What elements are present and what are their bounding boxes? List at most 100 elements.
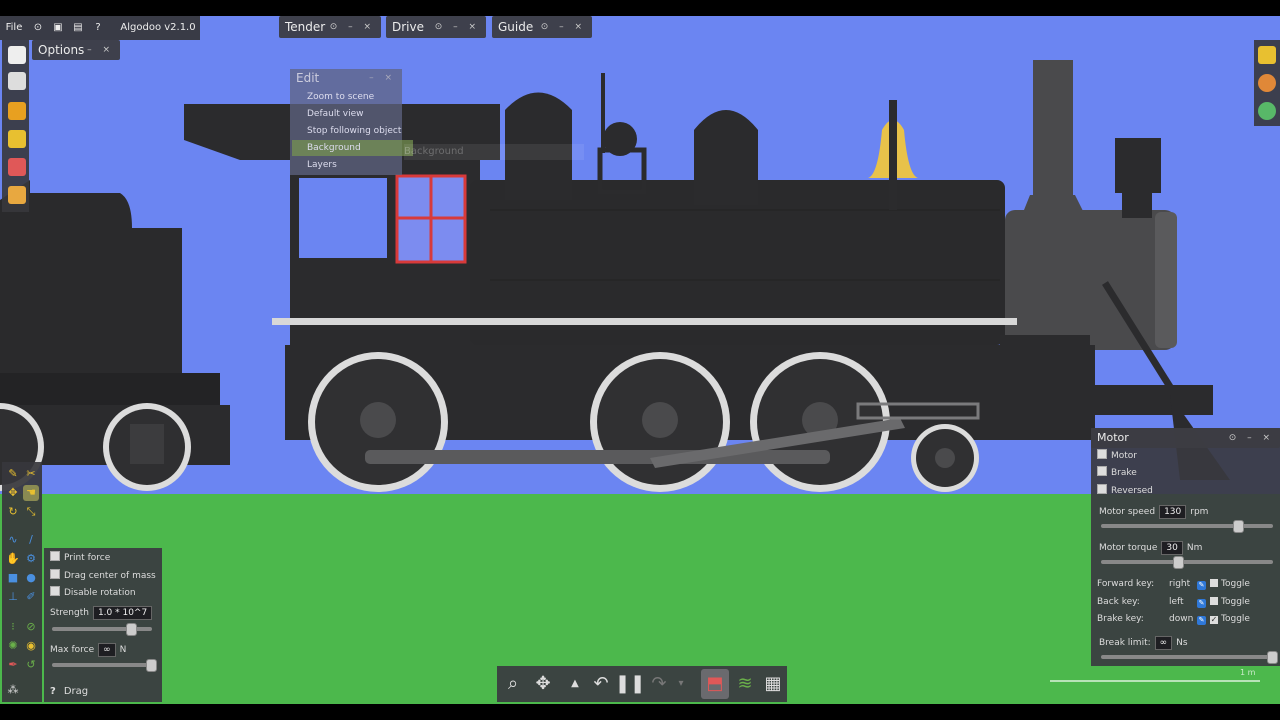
move-tool-icon[interactable]: ✥ — [5, 485, 21, 501]
drag-tool-icon[interactable]: ☚ — [23, 485, 39, 501]
back-key-button[interactable]: ✎ — [1197, 599, 1206, 608]
forward-key-button[interactable]: ✎ — [1197, 581, 1206, 590]
disable-rotation-checkbox[interactable] — [50, 586, 60, 596]
toolbox-icon[interactable] — [8, 72, 26, 90]
background-item[interactable]: Background — [292, 140, 413, 156]
axle-tool-icon[interactable]: ⊘ — [23, 619, 39, 635]
laser-tool-icon[interactable]: ◉ — [23, 638, 39, 654]
settings-icon[interactable] — [1258, 102, 1276, 120]
zoom-icon[interactable]: ⌕ — [499, 666, 527, 702]
locomotive-scene[interactable] — [0, 16, 1280, 704]
layers-icon[interactable] — [1258, 46, 1276, 64]
window-controls[interactable]: ⊙ – × — [330, 16, 375, 38]
rotate-tool-icon[interactable]: ↻ — [5, 504, 21, 520]
left-toolbar — [2, 40, 29, 212]
strength-slider-knob[interactable] — [126, 623, 137, 636]
window-controls[interactable]: ⊙ – × — [541, 16, 586, 38]
palette-icon[interactable] — [1258, 74, 1276, 92]
torque-input[interactable]: 30 — [1161, 540, 1183, 555]
maxforce-slider-knob[interactable] — [146, 659, 157, 672]
chain-tool-icon[interactable]: ↺ — [23, 657, 39, 673]
phunlets-icon[interactable] — [8, 130, 26, 148]
motor-checkbox[interactable] — [1097, 449, 1107, 459]
forward-key-row: Forward key: right ✎ Toggle — [1097, 579, 1250, 590]
guide-title: Guide — [498, 20, 534, 34]
rope-tool-icon[interactable]: ∿ — [5, 532, 21, 548]
guide-window[interactable]: Guide ⊙ – × — [492, 16, 592, 38]
drive-window[interactable]: Drive ⊙ – × — [386, 16, 486, 38]
file-menu[interactable]: File — [2, 16, 26, 40]
toolbox-icon[interactable]: ▤ — [70, 16, 86, 40]
break-limit-input[interactable]: ∞ — [1154, 635, 1173, 650]
torque-slider-knob[interactable] — [1173, 556, 1184, 569]
forward-toggle-checkbox[interactable] — [1210, 579, 1218, 587]
pause-icon[interactable]: ❚❚ — [615, 666, 645, 702]
maxforce-slider[interactable] — [52, 659, 157, 672]
drag-center-checkbox[interactable] — [50, 569, 60, 579]
stop-following-item[interactable]: Stop following object — [292, 123, 413, 139]
window-controls[interactable]: ⊙ – × — [1229, 428, 1274, 448]
back-toggle-checkbox[interactable] — [1210, 597, 1218, 605]
tender-window[interactable]: Tender ⊙ – × — [279, 16, 381, 38]
disable-rotation-option[interactable]: Disable rotation — [44, 585, 162, 602]
scale-tool-icon[interactable]: ⤡ — [23, 504, 39, 520]
circle-tool-icon[interactable]: ● — [23, 570, 39, 586]
maxforce-input[interactable]: ∞ — [98, 642, 116, 657]
break-limit-slider[interactable] — [1101, 651, 1278, 664]
box-tool-icon[interactable]: ■ — [5, 570, 21, 586]
undo-dropdown-icon[interactable]: ▲ — [567, 666, 583, 702]
drag-center-option[interactable]: Drag center of mass — [44, 568, 162, 585]
options-window[interactable]: Options – × — [32, 40, 120, 60]
reversed-option[interactable]: Reversed — [1091, 483, 1280, 500]
help-icon[interactable]: ? — [90, 16, 106, 40]
zoom-to-scene-item[interactable]: Zoom to scene — [292, 89, 413, 105]
reversed-checkbox[interactable] — [1097, 484, 1107, 494]
fill-tool-icon[interactable]: ⁂ — [5, 682, 21, 698]
hand-tool-icon[interactable]: ✋ — [5, 551, 21, 567]
torque-slider[interactable] — [1101, 556, 1273, 569]
drag-options-panel: Print force Drag center of mass Disable … — [44, 548, 162, 702]
brake-toggle-checkbox[interactable]: ✓ — [1210, 616, 1218, 624]
window-controls[interactable]: – × — [87, 40, 114, 60]
air-friction-icon[interactable]: ≋ — [731, 666, 759, 702]
grid-icon[interactable]: ▦ — [759, 666, 787, 702]
stop-icon[interactable]: ⊙ — [30, 16, 46, 40]
strength-input[interactable]: 1.0 * 10^7 — [92, 605, 153, 620]
fixate-tool-icon[interactable]: ⊥ — [5, 589, 21, 605]
scale-bar — [1050, 680, 1260, 682]
strength-slider[interactable] — [52, 623, 152, 636]
open-folder-icon[interactable] — [8, 102, 26, 120]
brush-tool-icon[interactable]: ✒ — [5, 657, 21, 673]
save-icon[interactable]: ▣ — [50, 16, 66, 40]
redo-icon[interactable]: ↷ — [645, 666, 673, 702]
default-view-item[interactable]: Default view — [292, 106, 413, 122]
gravity-icon[interactable]: ⬒ — [701, 669, 729, 699]
sketch-tool-icon[interactable]: ✎ — [5, 466, 21, 482]
tracer-tool-icon[interactable]: ✐ — [23, 589, 39, 605]
cut-tool-icon[interactable]: ✂ — [23, 466, 39, 482]
brake-checkbox[interactable] — [1097, 466, 1107, 476]
layers-item[interactable]: Layers — [292, 157, 413, 173]
save-folder-icon[interactable] — [8, 186, 26, 204]
brake-option[interactable]: Brake — [1091, 465, 1280, 482]
thruster-tool-icon[interactable]: ✺ — [5, 638, 21, 654]
new-scene-icon[interactable] — [8, 46, 26, 64]
tool-help-icon[interactable]: ? — [50, 686, 56, 697]
print-force-checkbox[interactable] — [50, 551, 60, 561]
pan-icon[interactable]: ✥ — [529, 666, 557, 702]
brake-key-button[interactable]: ✎ — [1197, 616, 1206, 625]
undo-icon[interactable]: ↶ — [587, 666, 615, 702]
spring-tool-icon[interactable]: ⁝ — [5, 619, 21, 635]
window-controls[interactable]: ⊙ – × — [435, 16, 480, 38]
speed-slider[interactable] — [1101, 520, 1273, 533]
speed-input[interactable]: 130 — [1159, 504, 1187, 519]
motor-panel-title: Motor ⊙ – × — [1091, 428, 1280, 448]
motor-option[interactable]: Motor — [1091, 448, 1280, 465]
print-force-option[interactable]: Print force — [44, 550, 162, 567]
gear-tool-icon[interactable]: ⚙ — [23, 551, 39, 567]
redo-dropdown-icon[interactable]: ▾ — [673, 666, 689, 702]
browse-icon[interactable] — [8, 158, 26, 176]
break-limit-slider-knob[interactable] — [1267, 651, 1278, 664]
speed-slider-knob[interactable] — [1233, 520, 1244, 533]
pen-tool-icon[interactable]: / — [23, 532, 39, 548]
